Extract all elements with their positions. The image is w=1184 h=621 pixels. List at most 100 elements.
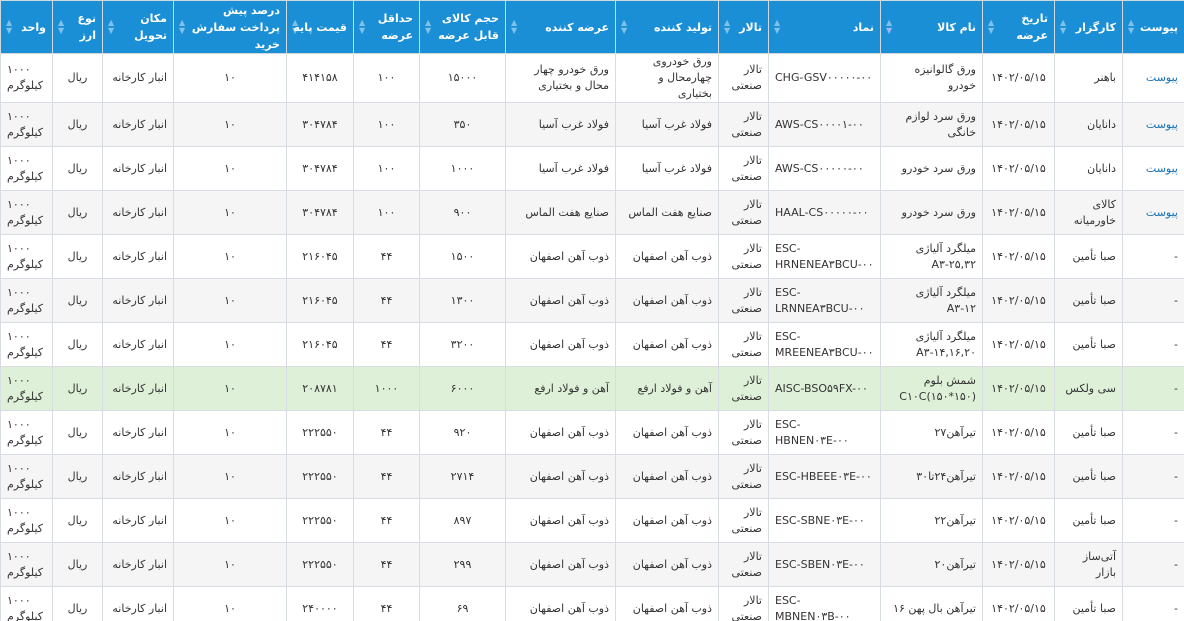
sort-arrows-icon[interactable]: ▲ ▼ bbox=[1128, 19, 1134, 35]
cell-supplier: آهن و فولاد ارفع bbox=[505, 366, 616, 411]
table-row[interactable]: - صبا تأمین ۱۴۰۲/۰۵/۱۵ تیرآهن۲۲ ESC-SBNE۰۳E-… bbox=[0, 498, 1184, 543]
cell-producer: ذوب آهن اصفهان bbox=[615, 278, 719, 323]
table-row[interactable]: پیوست دانایان ۱۴۰۲/۰۵/۱۵ ورق سرد لوازم خانگ… bbox=[0, 102, 1184, 147]
sort-arrows-icon[interactable]: ▲ ▼ bbox=[359, 19, 365, 35]
cell-symbol: ESC-LRNNEA۳BCU-۰۰ bbox=[768, 278, 881, 323]
sort-arrows-icon[interactable]: ▲ ▼ bbox=[886, 19, 892, 35]
column-header-currency[interactable]: نوع ارز ▲ ▼ bbox=[52, 0, 103, 54]
cell-currency: ریال bbox=[52, 278, 103, 323]
cell-name: میلگرد آلیاژی A۳-۲۵,۳۲ bbox=[880, 234, 983, 279]
cell-minimum: ۱۰۰۰ bbox=[353, 366, 420, 411]
table-row[interactable]: پیوست کالای خاورمیانه ۱۴۰۲/۰۵/۱۵ ورق سرد خو… bbox=[0, 190, 1184, 235]
cell-unit: ۱۰۰۰ کیلوگرم bbox=[0, 586, 53, 621]
column-header-name[interactable]: نام کالا ▲ ▼ bbox=[880, 0, 983, 54]
table-row[interactable]: - صبا تأمین ۱۴۰۲/۰۵/۱۵ میلگرد آلیاژی A۳-۲۵,… bbox=[0, 234, 1184, 279]
cell-currency: ریال bbox=[52, 102, 103, 147]
sort-arrows-icon[interactable]: ▲ ▼ bbox=[6, 19, 12, 35]
column-header-broker[interactable]: کارگزار ▲ ▼ bbox=[1054, 0, 1123, 54]
cell-broker: دانایان bbox=[1054, 102, 1123, 147]
cell-broker: صبا تأمین bbox=[1054, 322, 1123, 367]
sort-down-icon: ▼ bbox=[724, 26, 731, 35]
cell-unit: ۱۰۰۰ کیلوگرم bbox=[0, 146, 53, 191]
table-row[interactable]: پیوست باهنر ۱۴۰۲/۰۵/۱۵ ورق گالوانیزه خودرو C… bbox=[0, 53, 1184, 103]
column-header-unit[interactable]: واحد ▲ ▼ bbox=[0, 0, 53, 54]
sort-arrows-icon[interactable]: ▲ ▼ bbox=[58, 19, 64, 35]
cell-volume: ۹۰۰ bbox=[419, 190, 506, 235]
table-row[interactable]: - سی ولکس ۱۴۰۲/۰۵/۱۵ شمش بلوم C۱۰C(۱۵۰*۱۵۰)… bbox=[0, 366, 1184, 411]
cell-delivery: انبار کارخانه bbox=[102, 586, 174, 621]
cell-symbol: ESC-HRNENEA۳BCU-۰۰ bbox=[768, 234, 881, 279]
sort-arrows-icon[interactable]: ▲ ▼ bbox=[425, 19, 431, 35]
cell-volume: ۸۹۷ bbox=[419, 498, 506, 543]
column-header-prepay[interactable]: درصد پیش پرداخت سفارش خرید ▲ ▼ bbox=[173, 0, 287, 54]
sort-down-icon: ▼ bbox=[774, 26, 781, 35]
cell-price: ۲۲۲۵۵۰ bbox=[286, 454, 354, 499]
cell-volume: ۱۵۰۰۰ bbox=[419, 53, 506, 103]
table-row[interactable]: - صبا تأمین ۱۴۰۲/۰۵/۱۵ تیرآهن بال پهن ۱۶ ESC… bbox=[0, 586, 1184, 621]
cell-unit: ۱۰۰۰ کیلوگرم bbox=[0, 190, 53, 235]
sort-arrows-icon[interactable]: ▲ ▼ bbox=[511, 19, 517, 35]
cell-supplier: صنایع هفت الماس bbox=[505, 190, 616, 235]
column-header-minimum[interactable]: حداقل عرضه ▲ ▼ bbox=[353, 0, 420, 54]
cell-hall: تالار صنعتی bbox=[718, 410, 769, 455]
table-row[interactable]: - صبا تأمین ۱۴۰۲/۰۵/۱۵ میلگرد آلیاژی A۳-۱۲ E… bbox=[0, 278, 1184, 323]
cell-price: ۲۱۶۰۴۵ bbox=[286, 322, 354, 367]
cell-hall: تالار صنعتی bbox=[718, 234, 769, 279]
sort-down-icon: ▼ bbox=[179, 26, 186, 35]
attachment-link[interactable]: پیوست bbox=[1146, 118, 1178, 131]
cell-delivery: انبار کارخانه bbox=[102, 278, 174, 323]
cell-volume: ۳۵۰ bbox=[419, 102, 506, 147]
cell-name: ورق گالوانیزه خودرو bbox=[880, 53, 983, 103]
cell-producer: فولاد غرب آسیا bbox=[615, 146, 719, 191]
column-header-price[interactable]: قیمت پایه ▲ ▼ bbox=[286, 0, 354, 54]
cell-hall: تالار صنعتی bbox=[718, 586, 769, 621]
column-header-label: تالار bbox=[739, 20, 762, 34]
column-header-volume[interactable]: حجم کالای قابل عرضه ▲ ▼ bbox=[419, 0, 506, 54]
sort-arrows-icon[interactable]: ▲ ▼ bbox=[988, 19, 994, 35]
cell-name: تیرآهن۲۰ bbox=[880, 542, 983, 587]
cell-broker: صبا تأمین bbox=[1054, 278, 1123, 323]
attachment-link[interactable]: پیوست bbox=[1146, 71, 1178, 84]
cell-producer: ذوب آهن اصفهان bbox=[615, 410, 719, 455]
cell-name: میلگرد آلیاژی A۳-۱۴,۱۶,۲۰ bbox=[880, 322, 983, 367]
cell-price: ۲۲۲۵۵۰ bbox=[286, 542, 354, 587]
cell-name: تیرآهن۲۲ bbox=[880, 498, 983, 543]
sort-arrows-icon[interactable]: ▲ ▼ bbox=[774, 19, 780, 35]
cell-name: تیرآهن۲۷ bbox=[880, 410, 983, 455]
cell-hall: تالار صنعتی bbox=[718, 542, 769, 587]
sort-arrows-icon[interactable]: ▲ ▼ bbox=[621, 19, 627, 35]
cell-volume: ۳۲۰۰ bbox=[419, 322, 506, 367]
cell-minimum: ۴۴ bbox=[353, 410, 420, 455]
column-header-producer[interactable]: تولید کننده ▲ ▼ bbox=[615, 0, 719, 54]
column-header-date[interactable]: تاریخ عرضه ▲ ▼ bbox=[982, 0, 1055, 54]
column-header-delivery[interactable]: مکان تحویل ▲ ▼ bbox=[102, 0, 174, 54]
table-row[interactable]: پیوست دانایان ۱۴۰۲/۰۵/۱۵ ورق سرد خودرو AWS-C… bbox=[0, 146, 1184, 191]
cell-broker: صبا تأمین bbox=[1054, 454, 1123, 499]
table-row[interactable]: - صبا تأمین ۱۴۰۲/۰۵/۱۵ تیرآهن۲۴تا۳۰ ESC-HBEE… bbox=[0, 454, 1184, 499]
cell-volume: ۹۲۰ bbox=[419, 410, 506, 455]
sort-arrows-icon[interactable]: ▲ ▼ bbox=[108, 19, 114, 35]
sort-arrows-icon[interactable]: ▲ ▼ bbox=[1060, 19, 1066, 35]
column-header-label: واحد bbox=[21, 20, 46, 34]
attachment-link[interactable]: پیوست bbox=[1146, 206, 1178, 219]
sort-down-icon: ▼ bbox=[621, 26, 628, 35]
cell-symbol: ESC-HBEEE۰۳E-۰۰ bbox=[768, 454, 881, 499]
cell-supplier: ذوب آهن اصفهان bbox=[505, 498, 616, 543]
sort-arrows-icon[interactable]: ▲ ▼ bbox=[724, 19, 730, 35]
sort-arrows-icon[interactable]: ▲ ▼ bbox=[292, 19, 298, 35]
table-row[interactable]: - صبا تأمین ۱۴۰۲/۰۵/۱۵ میلگرد آلیاژی A۳-۱۴,… bbox=[0, 322, 1184, 367]
column-header-label: تولید کننده bbox=[653, 20, 712, 34]
table-row[interactable]: - آتی‌ساز بازار ۱۴۰۲/۰۵/۱۵ تیرآهن۲۰ ESC-SBEN… bbox=[0, 542, 1184, 587]
cell-supplier: ذوب آهن اصفهان bbox=[505, 322, 616, 367]
column-header-attach[interactable]: پیوست ▲ ▼ bbox=[1122, 0, 1184, 54]
cell-producer: ذوب آهن اصفهان bbox=[615, 454, 719, 499]
column-header-symbol[interactable]: نماد ▲ ▼ bbox=[768, 0, 881, 54]
attachment-link[interactable]: پیوست bbox=[1146, 162, 1178, 175]
cell-unit: ۱۰۰۰ کیلوگرم bbox=[0, 322, 53, 367]
column-header-supplier[interactable]: عرضه کننده ▲ ▼ bbox=[505, 0, 616, 54]
sort-arrows-icon[interactable]: ▲ ▼ bbox=[179, 19, 185, 35]
sort-down-icon: ▼ bbox=[886, 26, 893, 35]
table-row[interactable]: - صبا تأمین ۱۴۰۲/۰۵/۱۵ تیرآهن۲۷ ESC-HBNEN۰۳E… bbox=[0, 410, 1184, 455]
column-header-hall[interactable]: تالار ▲ ▼ bbox=[718, 0, 769, 54]
cell-date: ۱۴۰۲/۰۵/۱۵ bbox=[982, 278, 1055, 323]
